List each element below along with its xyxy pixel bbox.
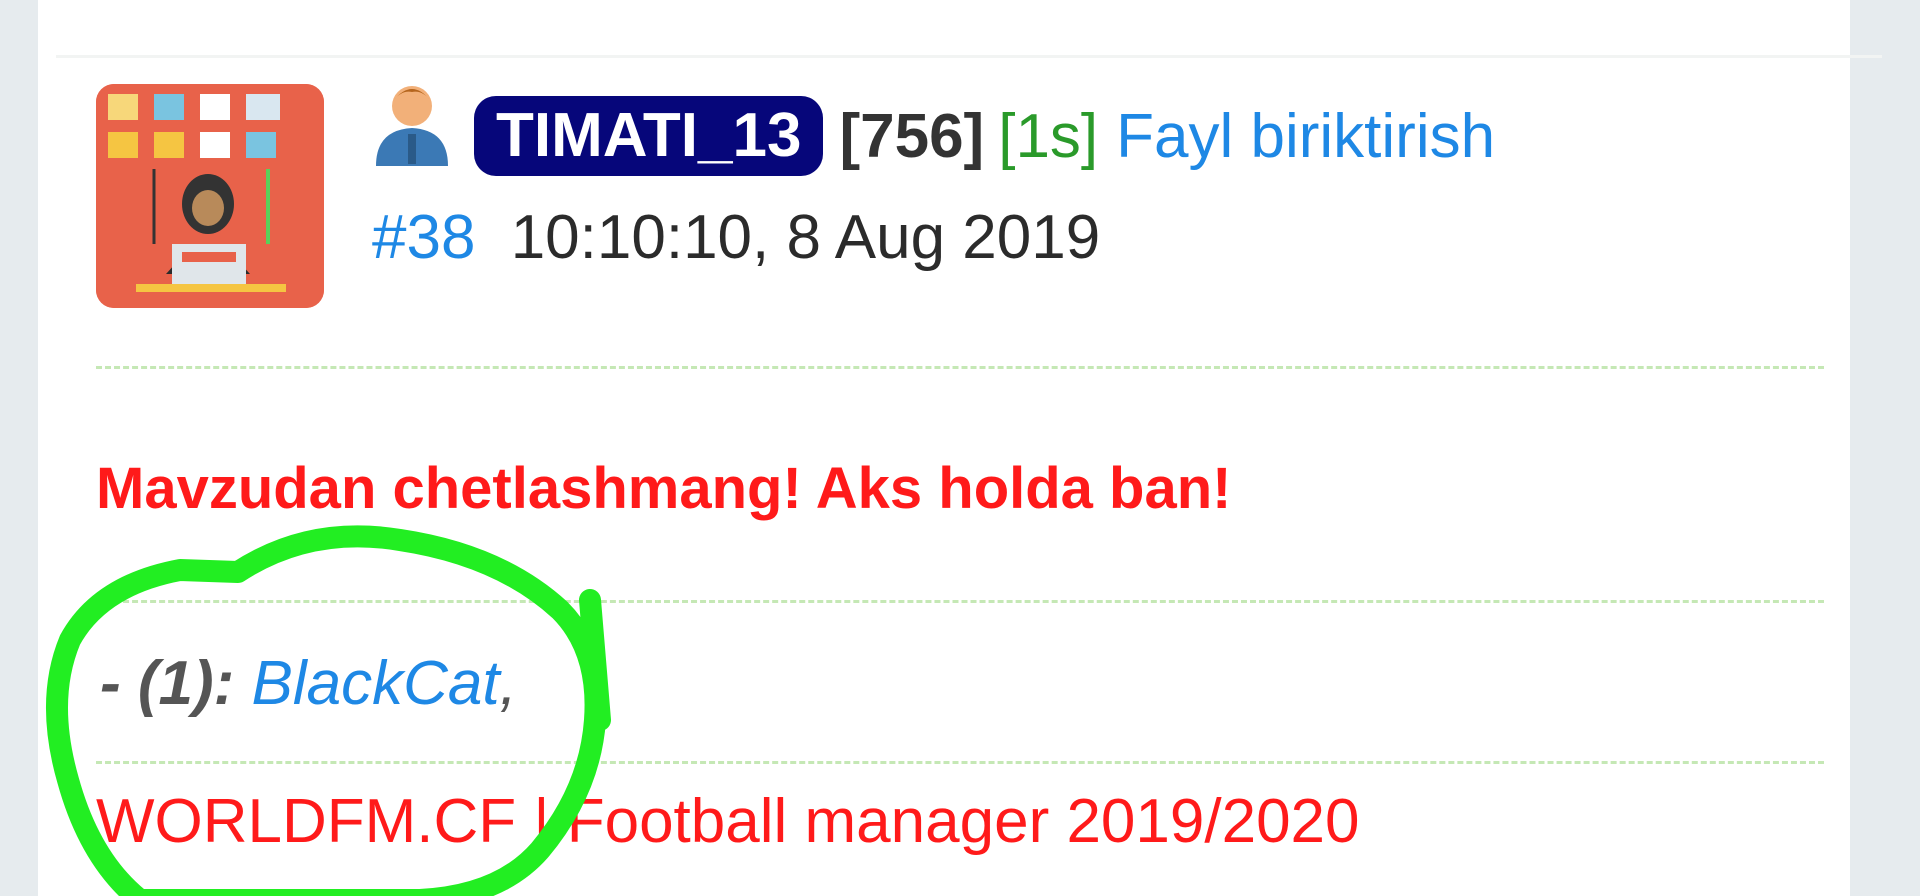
- online-status: [1s]: [998, 101, 1099, 171]
- avatar[interactable]: [96, 84, 324, 308]
- user-icon: [372, 80, 452, 168]
- post-header: TIMATI_13 [756] [1s] Fayl biriktirish: [474, 92, 1495, 180]
- divider: [96, 600, 1824, 603]
- post-number-link[interactable]: #38: [372, 203, 475, 272]
- post-meta: #38 10:10:10, 8 Aug 2019: [372, 202, 1100, 273]
- username-badge[interactable]: TIMATI_13: [474, 96, 824, 176]
- likes-separator: ,: [499, 649, 517, 718]
- warning-message: Mavzudan chetlashmang! Aks holda ban!: [96, 456, 1232, 521]
- liker-link[interactable]: BlackCat: [252, 649, 500, 718]
- divider: [96, 761, 1824, 764]
- attach-file-link[interactable]: Fayl biriktirish: [1116, 101, 1495, 172]
- top-divider: [56, 55, 1882, 58]
- user-rating: [756]: [839, 101, 985, 171]
- divider: [96, 366, 1824, 369]
- signature: WORLDFM.CF | Football manager 2019/2020: [96, 787, 1360, 856]
- likes-count: - (1):: [100, 649, 235, 718]
- likes-line: - (1): BlackCat,: [100, 648, 517, 719]
- post-timestamp: 10:10:10, 8 Aug 2019: [510, 203, 1101, 272]
